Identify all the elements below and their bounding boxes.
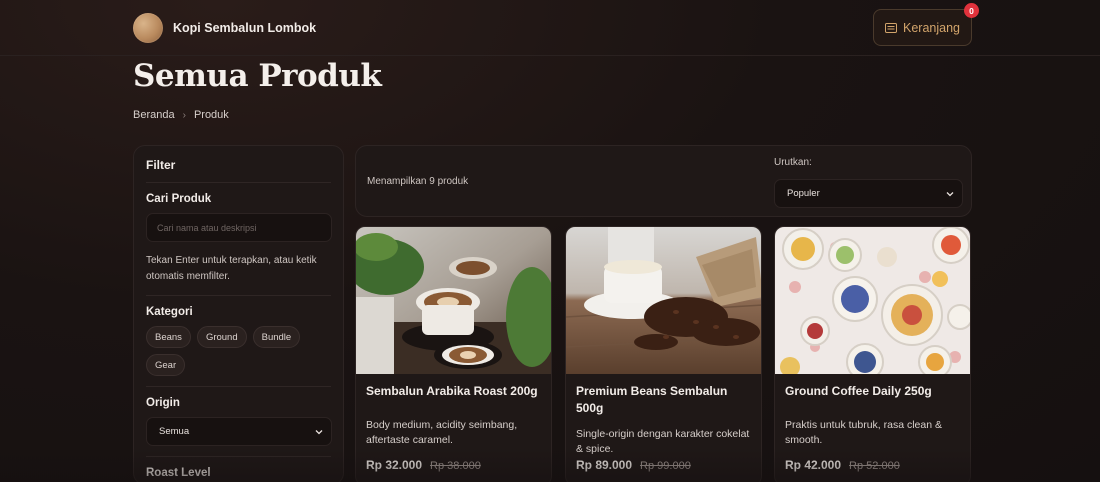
divider xyxy=(146,295,331,296)
sort-select[interactable]: Populer xyxy=(774,179,963,208)
product-price-current: Rp 89.000 xyxy=(576,458,633,472)
product-price: Rp 32.000 Rp 38.000 xyxy=(366,458,481,472)
product-card[interactable]: Ground Coffee Daily 250g Praktis untuk t… xyxy=(774,226,971,482)
category-chip-bundle[interactable]: Bundle xyxy=(252,326,301,348)
product-price-current: Rp 32.000 xyxy=(366,458,423,472)
product-description: Body medium, acidity seimbang, aftertast… xyxy=(366,419,518,446)
product-name[interactable]: Sembalun Arabika Roast 200g xyxy=(366,383,544,400)
product-image[interactable] xyxy=(775,227,971,374)
filter-title: Filter xyxy=(146,158,176,172)
origin-label: Origin xyxy=(146,397,180,409)
results-toolbar: Menampilkan 9 produk Urutkan: Populer xyxy=(355,145,972,217)
brand[interactable]: Kopi Sembalun Lombok xyxy=(133,13,316,43)
product-price-original: Rp 52.000 xyxy=(849,460,900,472)
breadcrumb: Beranda › Produk xyxy=(133,109,229,121)
category-chip-ground[interactable]: Ground xyxy=(196,326,247,348)
result-count: Menampilkan 9 produk xyxy=(367,176,469,187)
product-info: Premium Beans Sembalun 500g Single-origi… xyxy=(576,383,754,457)
divider xyxy=(146,182,331,183)
breadcrumb-current: Produk xyxy=(193,109,229,121)
cart-button[interactable]: Keranjang xyxy=(873,9,972,46)
brand-name: Kopi Sembalun Lombok xyxy=(173,21,317,35)
sort-label: Urutkan: xyxy=(774,157,812,168)
cart-icon xyxy=(885,22,897,33)
category-label: Kategori xyxy=(146,306,193,318)
divider xyxy=(146,386,331,387)
product-description: Single-origin dengan karakter cokelat & … xyxy=(576,428,750,455)
roast-level-label: Roast Level xyxy=(146,467,211,479)
top-navbar: Kopi Sembalun Lombok Keranjang 0 xyxy=(0,0,1100,56)
category-chip-beans[interactable]: Beans xyxy=(146,326,191,348)
product-name[interactable]: Premium Beans Sembalun 500g xyxy=(576,383,754,417)
product-price: Rp 89.000 Rp 99.000 xyxy=(576,458,691,472)
brand-logo xyxy=(133,13,163,43)
product-price-original: Rp 38.000 xyxy=(430,460,481,472)
product-description: Praktis untuk tubruk, rasa clean & smoot… xyxy=(785,419,942,446)
divider xyxy=(146,456,331,457)
filter-sidebar: Filter Cari Produk Tekan Enter untuk ter… xyxy=(133,145,344,482)
chevron-down-icon xyxy=(315,429,323,434)
origin-selected-value: Semua xyxy=(159,426,190,437)
origin-select[interactable]: Semua xyxy=(146,417,332,446)
cart-label: Keranjang xyxy=(903,20,960,35)
search-input[interactable] xyxy=(146,213,332,242)
product-card[interactable]: Sembalun Arabika Roast 200g Body medium,… xyxy=(355,226,552,482)
product-price-original: Rp 99.000 xyxy=(640,460,691,472)
page-title: Semua Produk xyxy=(133,58,382,94)
search-label: Cari Produk xyxy=(146,193,212,205)
category-chip-gear[interactable]: Gear xyxy=(146,354,186,376)
product-card[interactable]: Premium Beans Sembalun 500g Single-origi… xyxy=(565,226,762,482)
chevron-down-icon xyxy=(946,191,954,196)
product-price-current: Rp 42.000 xyxy=(785,458,842,472)
product-info: Ground Coffee Daily 250g Praktis untuk t… xyxy=(785,383,963,448)
product-name[interactable]: Ground Coffee Daily 250g xyxy=(785,383,963,400)
product-image[interactable] xyxy=(566,227,762,374)
product-info: Sembalun Arabika Roast 200g Body medium,… xyxy=(366,383,544,448)
product-image[interactable] xyxy=(356,227,552,374)
sort-selected-value: Populer xyxy=(787,188,820,199)
product-price: Rp 42.000 Rp 52.000 xyxy=(785,458,900,472)
breadcrumb-separator: › xyxy=(182,109,186,121)
search-help-text: Tekan Enter untuk terapkan, atau ketik o… xyxy=(146,255,317,282)
category-chips: Beans Ground Bundle Gear xyxy=(146,326,331,376)
cart-count-badge: 0 xyxy=(964,3,979,18)
breadcrumb-home-link[interactable]: Beranda xyxy=(133,109,175,121)
